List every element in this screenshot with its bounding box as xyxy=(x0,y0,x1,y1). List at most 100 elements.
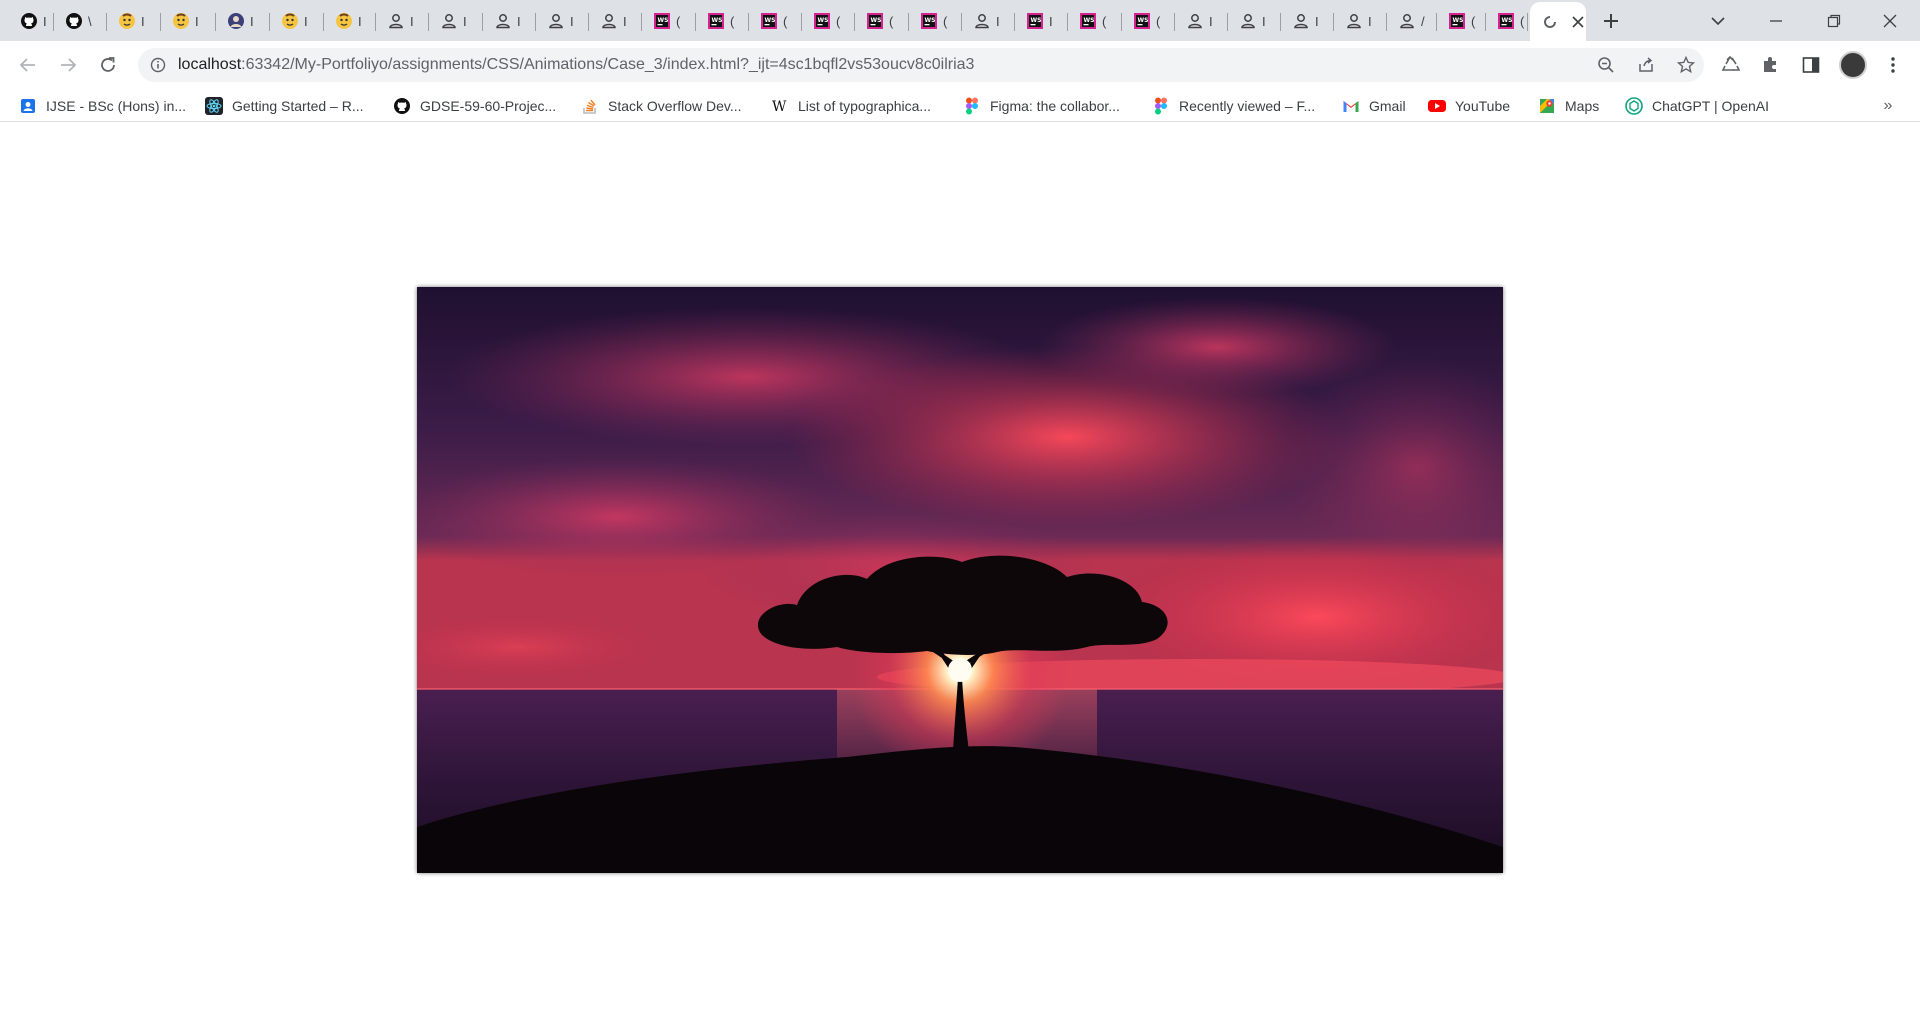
bookmark-item[interactable]: Maps xyxy=(1537,95,1599,117)
tab-title: I xyxy=(1262,13,1266,29)
bookmarks-overflow-button[interactable]: » xyxy=(1876,94,1900,118)
tab-title: ( xyxy=(1102,13,1107,29)
browser-tab[interactable]: I xyxy=(324,4,376,38)
svg-text:WS: WS xyxy=(925,17,936,24)
browser-tab[interactable]: WS ( xyxy=(909,4,962,38)
figma-icon xyxy=(1151,96,1171,116)
browser-tab[interactable]: I xyxy=(107,4,161,38)
extensions-puzzle-icon[interactable] xyxy=(1758,52,1784,78)
browser-tab[interactable]: \ xyxy=(54,4,107,38)
user-icon xyxy=(493,11,513,31)
tab-separator xyxy=(1527,13,1528,31)
browser-tab[interactable]: I xyxy=(1175,4,1228,38)
svg-text:WS: WS xyxy=(1453,17,1464,24)
browser-tab[interactable]: I xyxy=(161,4,216,38)
url-text[interactable]: localhost:63342/My-Portfoliyo/assignment… xyxy=(178,48,974,82)
close-icon xyxy=(1883,14,1897,27)
browser-tab[interactable]: I xyxy=(9,4,54,38)
recycle-extension-icon[interactable] xyxy=(1718,52,1744,78)
tab-title: I xyxy=(1209,13,1213,29)
browser-tab[interactable]: WS ( xyxy=(802,4,855,38)
bookmark-item[interactable]: YouTube xyxy=(1427,95,1510,117)
site-info-icon[interactable] xyxy=(146,53,170,77)
jetbrains-icon: WS xyxy=(812,11,832,31)
profile-avatar[interactable] xyxy=(1839,51,1867,79)
browser-tab[interactable]: WS I xyxy=(1015,4,1068,38)
more-menu-icon[interactable] xyxy=(1880,52,1906,78)
svg-text:WS: WS xyxy=(658,17,669,24)
bookmark-star-icon[interactable] xyxy=(1674,53,1698,77)
user-icon xyxy=(439,11,459,31)
tab-title: I xyxy=(410,13,414,29)
browser-tab[interactable]: I xyxy=(429,4,483,38)
forward-button[interactable] xyxy=(52,49,84,81)
address-bar[interactable]: localhost:63342/My-Portfoliyo/assignment… xyxy=(138,48,1704,82)
restore-button[interactable] xyxy=(1806,0,1862,41)
tab-title: ( xyxy=(730,13,735,29)
wikipedia-icon: W xyxy=(770,96,790,116)
browser-tab[interactable]: WS ( xyxy=(642,4,696,38)
user-icon xyxy=(386,11,406,31)
bookmark-item[interactable]: W List of typographica... xyxy=(770,95,931,117)
profile-photo-icon xyxy=(226,11,246,31)
tab-title: I xyxy=(1368,13,1372,29)
new-tab-button[interactable] xyxy=(1596,6,1626,36)
browser-tab[interactable]: WS ( xyxy=(696,4,749,38)
bookmark-item[interactable]: Recently viewed – F... xyxy=(1151,95,1315,117)
close-window-button[interactable] xyxy=(1862,0,1918,41)
bookmark-label: IJSE - BSc (Hons) in... xyxy=(46,98,187,114)
bookmark-item[interactable]: Gmail xyxy=(1341,95,1406,117)
browser-tab[interactable]: / xyxy=(1387,4,1437,38)
browser-tab[interactable]: WS ( xyxy=(855,4,909,38)
browser-tab[interactable]: I xyxy=(1228,4,1281,38)
browser-tab[interactable]: I xyxy=(962,4,1015,38)
browser-tab[interactable]: I xyxy=(589,4,642,38)
browser-tab[interactable]: WS ( xyxy=(1122,4,1175,38)
bookmark-label: Stack Overflow Dev... xyxy=(608,98,742,114)
browser-tab[interactable]: I xyxy=(270,4,324,38)
react-icon xyxy=(204,96,224,116)
browser-tab[interactable]: WS ( xyxy=(1068,4,1122,38)
share-icon[interactable] xyxy=(1634,53,1658,77)
tab-title: I xyxy=(996,13,1000,29)
tab-title: ( xyxy=(1520,13,1525,29)
tab-title: I xyxy=(43,13,47,29)
user-icon xyxy=(1185,11,1205,31)
browser-tab[interactable]: I xyxy=(536,4,589,38)
minimize-button[interactable] xyxy=(1748,0,1804,41)
side-panel-icon[interactable] xyxy=(1798,52,1824,78)
browser-tab[interactable]: I xyxy=(483,4,536,38)
svg-text:W: W xyxy=(772,99,787,115)
svg-text:WS: WS xyxy=(1031,17,1042,24)
user-icon xyxy=(1344,11,1364,31)
browser-tab[interactable]: I xyxy=(216,4,270,38)
browser-tab[interactable]: WS ( xyxy=(1486,4,1528,38)
bookmark-label: Figma: the collabor... xyxy=(990,98,1120,114)
browser-toolbar: localhost:63342/My-Portfoliyo/assignment… xyxy=(0,41,1920,89)
browser-tab[interactable]: I xyxy=(1334,4,1387,38)
zoom-icon[interactable] xyxy=(1594,53,1618,77)
bookmark-item[interactable]: Getting Started – R... xyxy=(204,95,364,117)
bookmark-item[interactable]: IJSE - BSc (Hons) in... xyxy=(18,95,186,117)
browser-tab[interactable]: I xyxy=(376,4,429,38)
tab-search-button[interactable] xyxy=(1690,0,1746,41)
browser-tab[interactable]: WS ( xyxy=(1437,4,1486,38)
tab-active[interactable] xyxy=(1530,2,1586,41)
svg-text:WS: WS xyxy=(818,17,829,24)
browser-tab[interactable]: WS ( xyxy=(749,4,802,38)
browser-tab[interactable]: I xyxy=(1281,4,1334,38)
bookmark-item[interactable]: Stack Overflow Dev... xyxy=(580,95,742,117)
close-tab-icon[interactable] xyxy=(1570,14,1586,30)
avatar-emoji-icon xyxy=(334,11,354,31)
svg-text:WS: WS xyxy=(712,17,723,24)
back-button[interactable] xyxy=(12,49,44,81)
tab-title: I xyxy=(517,13,521,29)
bookmark-item[interactable]: ChatGPT | OpenAI xyxy=(1624,95,1769,117)
bookmark-label: Maps xyxy=(1565,98,1600,114)
reload-button[interactable] xyxy=(92,49,124,81)
bookmark-item[interactable]: GDSE-59-60-Projec... xyxy=(392,95,556,117)
tab-title: I xyxy=(1049,13,1053,29)
plus-icon xyxy=(1604,14,1618,28)
user-icon xyxy=(1238,11,1258,31)
bookmark-item[interactable]: Figma: the collabor... xyxy=(962,95,1120,117)
